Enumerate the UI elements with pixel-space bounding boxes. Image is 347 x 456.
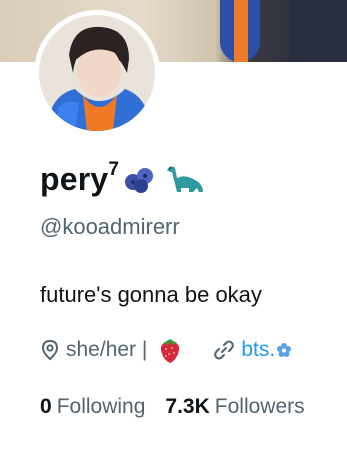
display-name: pery7 — [40, 158, 120, 197]
display-name-row: pery7 — [40, 156, 205, 202]
link-icon — [213, 339, 235, 361]
profile-handle: @kooadmirerr — [40, 214, 180, 239]
blueberries-icon — [123, 164, 157, 194]
location-pin-icon — [40, 339, 60, 361]
blue-flower-icon — [276, 342, 292, 358]
following-link[interactable]: 0 Following — [40, 395, 145, 419]
following-count: 0 — [40, 395, 52, 418]
strawberry-icon — [157, 336, 183, 364]
following-label: Following — [56, 395, 146, 418]
follow-stats: 0 Following 7.3K Followers — [40, 392, 305, 422]
profile-bio: future's gonna be okay — [40, 282, 262, 307]
followers-label: Followers — [214, 395, 305, 418]
dinosaur-icon — [161, 162, 205, 196]
followers-count: 7.3K — [165, 395, 210, 418]
avatar[interactable] — [34, 10, 160, 136]
location-text: she/her | — [66, 338, 148, 361]
profile-link[interactable]: bts. — [241, 338, 275, 362]
name-superscript: 7 — [108, 158, 120, 180]
profile-meta-row: she/her | bts. — [40, 333, 298, 367]
followers-link[interactable]: 7.3K Followers — [165, 395, 304, 419]
